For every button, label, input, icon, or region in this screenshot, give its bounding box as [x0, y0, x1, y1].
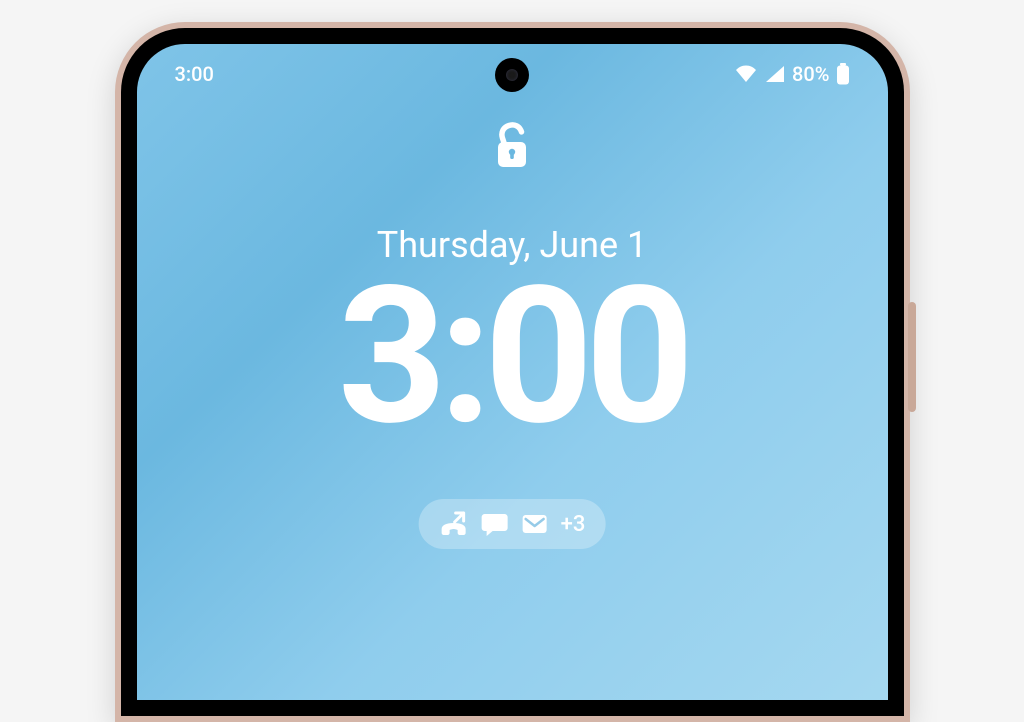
notification-pill[interactable]: +3	[419, 499, 606, 549]
phone-bezel: 3:00 80%	[121, 28, 904, 716]
unlock-icon	[492, 122, 532, 174]
lockscreen-clock: 3:00	[137, 262, 888, 452]
missed-call-icon	[439, 511, 469, 537]
status-time: 3:00	[175, 62, 214, 86]
lockscreen[interactable]: 3:00 80%	[137, 44, 888, 700]
phone-frame: 3:00 80%	[115, 22, 910, 722]
email-icon	[521, 512, 549, 536]
power-button[interactable]	[908, 302, 916, 412]
battery-percent: 80%	[792, 62, 829, 86]
wifi-icon	[734, 64, 758, 84]
message-icon	[481, 511, 509, 537]
notification-overflow-count: +3	[561, 512, 586, 537]
cellular-signal-icon	[764, 64, 786, 84]
front-camera	[495, 58, 529, 92]
battery-icon	[836, 63, 850, 85]
